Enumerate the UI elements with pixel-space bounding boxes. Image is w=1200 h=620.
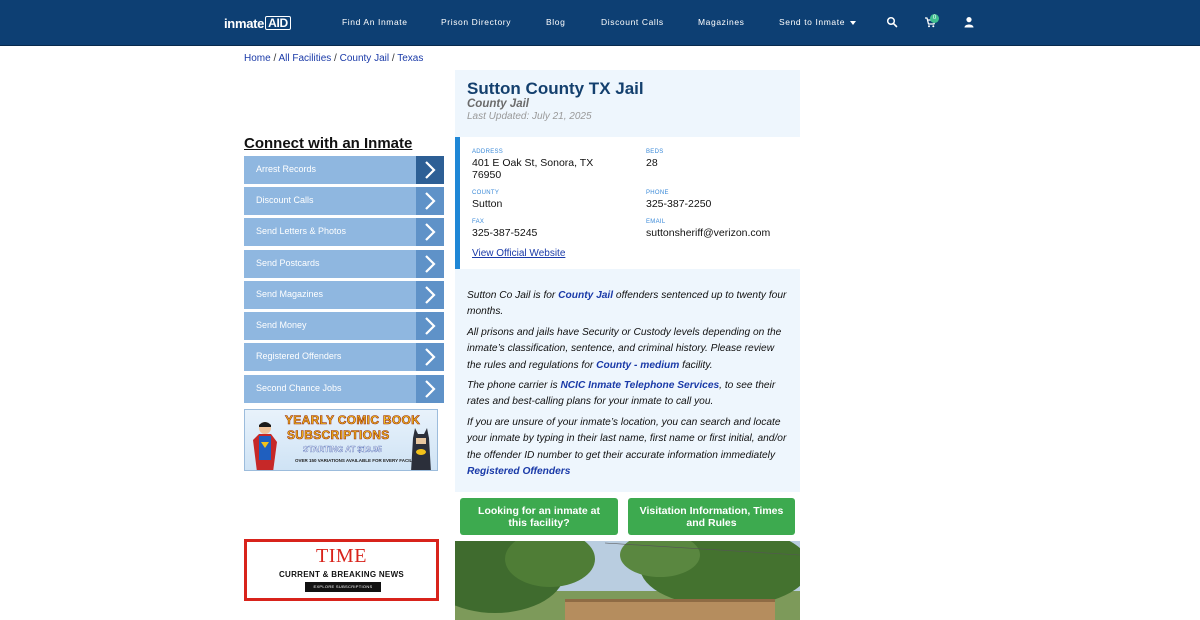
sidebar-title: Connect with an Inmate — [244, 135, 413, 152]
sidebar-item-label: Send Magazines — [256, 289, 324, 299]
email-value: suttonsheriff@verizon.com — [646, 227, 771, 239]
last-updated: Last Updated: July 21, 2025 — [467, 111, 592, 122]
beds-value: 28 — [646, 157, 658, 169]
looking-for-inmate-button[interactable]: Looking for an inmate at this facility? — [460, 498, 618, 535]
facility-type: County Jail — [467, 98, 529, 110]
superhero-icon — [253, 422, 277, 470]
sidebar-item-label: Second Chance Jobs — [256, 383, 342, 393]
sidebar-item-send-postcards[interactable]: Send Postcards — [244, 250, 444, 278]
cart-count-badge: 0 — [930, 14, 939, 23]
p4-text: If you are unsure of your inmate’s locat… — [467, 417, 787, 461]
logo-text: inmate — [224, 15, 265, 31]
description-paragraph-2: All prisons and jails have Security or C… — [467, 325, 789, 374]
comic-ad-line1: YEARLY COMIC BOOK — [285, 413, 421, 428]
breadcrumb-separator: / — [331, 53, 340, 64]
sidebar-item-send-letters-photos[interactable]: Send Letters & Photos — [244, 218, 444, 246]
address-line2: 76950 — [472, 169, 502, 181]
breadcrumb: Home / All Facilities / County Jail / Te… — [244, 53, 423, 64]
time-ad-brand: TIME — [316, 545, 367, 567]
fax-label: FAX — [472, 219, 485, 225]
breadcrumb-county-jail[interactable]: County Jail — [340, 53, 389, 64]
chevron-right-icon — [416, 281, 444, 309]
phone-carrier-link[interactable]: NCIC Inmate Telephone Services — [560, 380, 719, 391]
chevron-right-icon — [416, 218, 444, 246]
fax-value: 325-387-5245 — [472, 227, 538, 239]
nav-blog[interactable]: Blog — [546, 17, 565, 27]
sidebar-item-label: Send Postcards — [256, 258, 320, 268]
address-label: ADDRESS — [472, 149, 504, 155]
registered-offenders-link[interactable]: Registered Offenders — [467, 466, 570, 477]
chevron-right-icon — [416, 187, 444, 215]
breadcrumb-texas[interactable]: Texas — [397, 53, 423, 64]
sidebar-item-label: Discount Calls — [256, 195, 314, 205]
user-icon[interactable] — [963, 16, 975, 28]
beds-label: BEDS — [646, 149, 664, 155]
nav-find-an-inmate[interactable]: Find An Inmate — [342, 17, 408, 27]
nav-send-to-inmate[interactable]: Send to Inmate — [779, 17, 857, 27]
sidebar-item-registered-offenders[interactable]: Registered Offenders — [244, 343, 444, 371]
chevron-right-icon — [416, 343, 444, 371]
search-icon[interactable] — [886, 16, 898, 28]
nav-discount-calls[interactable]: Discount Calls — [601, 17, 664, 27]
sidebar-item-arrest-records[interactable]: Arrest Records — [244, 156, 444, 184]
email-label: EMAIL — [646, 219, 666, 225]
sidebar-item-label: Arrest Records — [256, 164, 317, 174]
official-website-link[interactable]: View Official Website — [472, 248, 565, 259]
logo-aid-text: AID — [265, 16, 291, 30]
address-value: 401 E Oak St, Sonora, TX 76950 — [472, 157, 632, 181]
sidebar-item-second-chance-jobs[interactable]: Second Chance Jobs — [244, 375, 444, 403]
description-paragraph-3: The phone carrier is NCIC Inmate Telepho… — [467, 378, 789, 411]
facility-photo-image — [455, 541, 800, 620]
facility-title: Sutton County TX Jail — [467, 79, 644, 98]
county-label: COUNTY — [472, 190, 500, 196]
breadcrumb-home[interactable]: Home — [244, 53, 271, 64]
address-line1: 401 E Oak St, Sonora, TX — [472, 157, 594, 169]
description-paragraph-4: If you are unsure of your inmate’s locat… — [467, 415, 789, 480]
phone-value: 325-387-2250 — [646, 198, 712, 210]
comic-ad-line2: SUBSCRIPTIONS — [287, 428, 390, 443]
chevron-right-icon — [416, 156, 444, 184]
county-jail-link[interactable]: County Jail — [558, 290, 613, 301]
chevron-right-icon — [416, 312, 444, 340]
phone-label: PHONE — [646, 190, 669, 196]
nav-magazines[interactable]: Magazines — [698, 17, 745, 27]
time-ad-cta[interactable]: EXPLORE SUBSCRIPTIONS — [305, 582, 381, 592]
sidebar-item-discount-calls[interactable]: Discount Calls — [244, 187, 444, 215]
time-ad-tagline: CURRENT & BREAKING NEWS — [278, 570, 405, 579]
security-level-link[interactable]: County - medium — [596, 360, 679, 371]
sidebar-item-send-money[interactable]: Send Money — [244, 312, 444, 340]
facility-photo — [455, 541, 800, 620]
county-value: Sutton — [472, 198, 503, 210]
p1-text: Sutton Co Jail is for — [467, 290, 559, 301]
batman-icon — [411, 428, 431, 470]
p2-text-end: facility. — [679, 359, 713, 371]
visitation-info-button[interactable]: Visitation Information, Times and Rules — [628, 498, 795, 535]
sidebar-item-send-magazines[interactable]: Send Magazines — [244, 281, 444, 309]
nav-prison-directory[interactable]: Prison Directory — [441, 17, 511, 27]
description-paragraph-1: Sutton Co Jail is for County Jail offend… — [467, 288, 789, 321]
chevron-right-icon — [416, 250, 444, 278]
comic-subscription-ad[interactable]: YEARLY COMIC BOOK SUBSCRIPTIONS STARTING… — [244, 409, 438, 471]
sidebar-item-label: Send Letters & Photos — [256, 226, 347, 236]
p3-text: The phone carrier is — [467, 380, 561, 391]
nav-send-to-inmate-label: Send to Inmate — [779, 17, 846, 27]
sidebar-item-label: Registered Offenders — [256, 351, 342, 361]
comic-ad-note: OVER 150 VARIATIONS AVAILABLE FOR EVERY … — [295, 458, 420, 463]
sidebar-item-label: Send Money — [256, 320, 307, 330]
info-accent-bar — [455, 137, 460, 269]
chevron-right-icon — [416, 375, 444, 403]
caret-down-icon — [850, 20, 857, 25]
time-magazine-ad[interactable]: TIME CURRENT & BREAKING NEWS EXPLORE SUB… — [244, 539, 439, 601]
site-logo[interactable]: inmate AID — [224, 15, 291, 31]
breadcrumb-all-facilities[interactable]: All Facilities — [278, 53, 331, 64]
comic-ad-price: STARTING AT $19.95 — [303, 445, 382, 454]
top-navbar: inmate AID Find An Inmate Prison Director… — [0, 0, 1200, 46]
